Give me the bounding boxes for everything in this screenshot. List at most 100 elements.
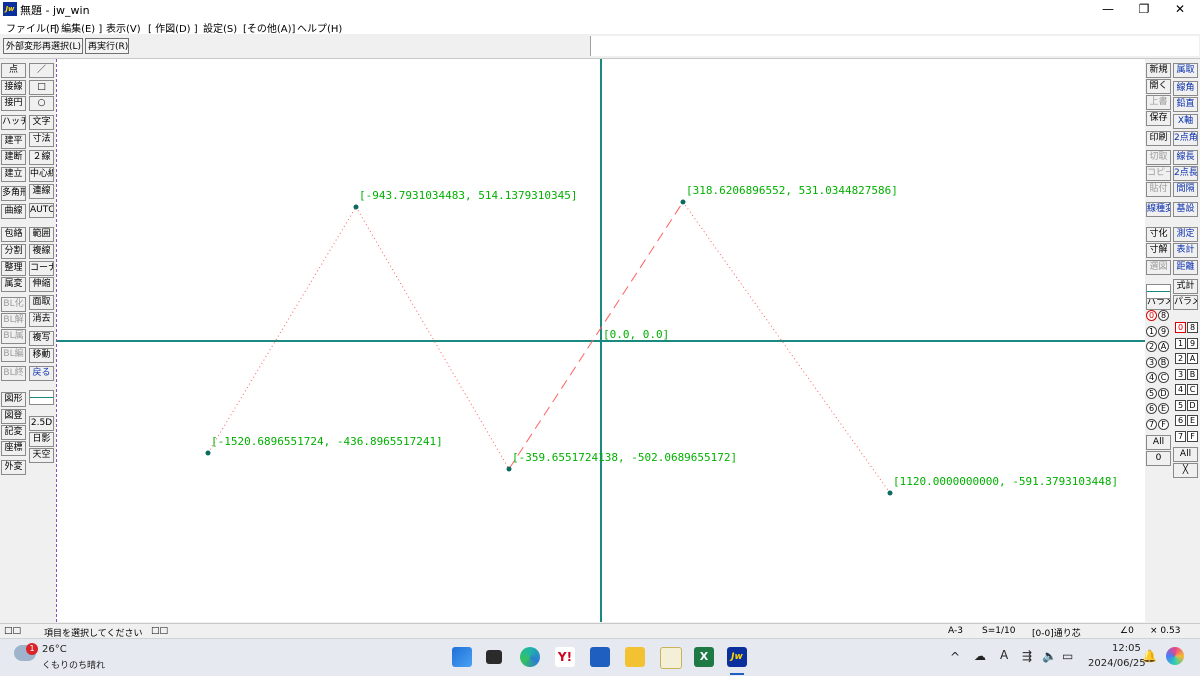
menu-help[interactable]: ヘルプ(H) xyxy=(297,20,342,35)
layer-0[interactable]: 0 xyxy=(1175,322,1186,333)
tool-left-6[interactable]: 建立 xyxy=(1,167,26,182)
layer-group-3[interactable]: 3 xyxy=(1146,356,1157,368)
tool-left2-4[interactable]: 寸法 xyxy=(29,132,54,147)
layer-group-zero-button[interactable]: 0 xyxy=(1146,451,1171,466)
tool-left-12[interactable]: 属変 xyxy=(1,277,26,292)
tool-right2-9[interactable]: 測定 xyxy=(1173,227,1198,242)
excel-icon[interactable]: X xyxy=(694,647,714,667)
windows-start-icon[interactable] xyxy=(452,647,472,667)
tool-right2-7[interactable]: 間隔 xyxy=(1173,182,1198,197)
weather-desc[interactable]: くもりのち晴れ xyxy=(42,658,105,671)
tool-left-5[interactable]: 建断 xyxy=(1,150,26,165)
tool-right2-1[interactable]: 線角 xyxy=(1173,81,1198,96)
layer-group-9[interactable]: 9 xyxy=(1158,325,1169,337)
rerun-button[interactable]: 再実行(R) xyxy=(85,38,129,54)
notification-bell-icon[interactable]: 🔔 xyxy=(1142,649,1157,663)
layer-4[interactable]: 4 xyxy=(1175,384,1186,395)
tool-left-3[interactable]: ハッチ xyxy=(1,115,26,130)
layer-group-12[interactable]: C xyxy=(1158,372,1169,383)
layer-15[interactable]: F xyxy=(1187,430,1198,442)
layer-13[interactable]: D xyxy=(1187,399,1198,411)
layer-1[interactable]: 1 xyxy=(1175,337,1186,349)
tool-right-6[interactable]: コピー xyxy=(1146,166,1171,181)
layer-group-13[interactable]: D xyxy=(1158,387,1169,399)
tool-right-9[interactable]: 寸化 xyxy=(1146,227,1171,242)
clock-time[interactable]: 12:05 xyxy=(1112,643,1141,654)
tool-left-20[interactable]: 記変 xyxy=(1,425,26,440)
layer-group-5[interactable]: 5 xyxy=(1146,387,1157,399)
tool-right-3[interactable]: 保存 xyxy=(1146,111,1171,126)
layer-7[interactable]: 7 xyxy=(1175,430,1186,442)
copilot-icon[interactable] xyxy=(1166,647,1184,665)
tool-right-5[interactable]: 切取 xyxy=(1146,150,1171,165)
zoom-factor[interactable]: × 0.53 xyxy=(1150,626,1180,636)
layer-all-button[interactable]: All xyxy=(1173,447,1198,462)
layer-group-8[interactable]: 8 xyxy=(1158,310,1169,321)
tool-right-1[interactable]: 開く xyxy=(1146,79,1171,94)
layer-11[interactable]: B xyxy=(1187,368,1198,380)
layer-group-2[interactable]: 2 xyxy=(1146,341,1157,352)
tool-left-22[interactable]: 外変 xyxy=(1,460,26,475)
tool-left-18[interactable]: 図形 xyxy=(1,392,26,407)
jw-cad-taskbar-icon[interactable]: Jw xyxy=(727,647,747,667)
minimize-button[interactable]: — xyxy=(1090,0,1126,18)
tool-right-4[interactable]: 印刷 xyxy=(1146,131,1171,146)
tool-left-14[interactable]: BL解 xyxy=(1,313,26,328)
task-view-icon[interactable] xyxy=(486,650,502,664)
tool-right2-11[interactable]: 距離 xyxy=(1173,260,1198,275)
tool-left2-20[interactable]: 天空 xyxy=(29,448,54,463)
drawing-canvas[interactable]: [-1520.6896551724, -436.8965517241] [-943… xyxy=(56,59,1145,622)
mail-icon[interactable] xyxy=(590,647,610,667)
layer-x-button[interactable]: ╳ xyxy=(1173,463,1198,478)
formula-calc-button[interactable]: 式計 xyxy=(1173,279,1198,294)
tool-right-8[interactable]: 線種変更 xyxy=(1146,202,1171,217)
tool-left2-2[interactable]: ○ xyxy=(29,96,54,111)
tool-left-4[interactable]: 建平 xyxy=(1,134,26,149)
tool-left2-0[interactable]: ／ xyxy=(29,63,54,78)
notepad-icon[interactable] xyxy=(660,647,682,669)
menu-edit[interactable]: [ 編集(E) ] xyxy=(54,20,102,35)
drawing-svg[interactable]: [-1520.6896551724, -436.8965517241] [-943… xyxy=(57,59,1145,622)
layer-group-4[interactable]: 4 xyxy=(1146,372,1157,383)
menu-settings[interactable]: 設定(S) xyxy=(203,20,237,35)
layer-group-0[interactable]: 0 xyxy=(1146,310,1157,321)
menu-draw[interactable]: [ 作図(D) ] xyxy=(148,20,198,35)
tool-right2-10[interactable]: 表計 xyxy=(1173,243,1198,258)
layer-8[interactable]: 8 xyxy=(1187,322,1198,333)
tray-chevron-icon[interactable]: ^ xyxy=(950,650,960,664)
tool-left-15[interactable]: BL属 xyxy=(1,329,26,344)
layer-group-15[interactable]: F xyxy=(1158,418,1169,430)
tool-left2-14[interactable]: 消去 xyxy=(29,312,54,327)
tool-left-8[interactable]: 曲線 xyxy=(1,204,26,219)
tool-right-0[interactable]: 新規 xyxy=(1146,63,1171,78)
close-button[interactable]: ✕ xyxy=(1162,0,1198,18)
tool-left2-17[interactable]: 戻る xyxy=(29,366,54,381)
tool-left2-7[interactable]: 連線 xyxy=(29,184,54,199)
tool-left-17[interactable]: BL終 xyxy=(1,366,26,381)
angle[interactable]: ∠0 xyxy=(1120,626,1134,636)
tool-right-11[interactable]: 選図 xyxy=(1146,260,1171,275)
tool-left-10[interactable]: 分割 xyxy=(1,244,26,259)
layer-group-14[interactable]: E xyxy=(1158,403,1169,414)
speaker-icon[interactable]: 🔈 xyxy=(1042,649,1057,663)
layer-group-all-button[interactable]: All xyxy=(1146,435,1171,450)
tool-right-10[interactable]: 寸解 xyxy=(1146,243,1171,258)
network-icon[interactable]: ⇶ xyxy=(1022,649,1032,663)
tool-right2-3[interactable]: X軸 xyxy=(1173,114,1198,129)
ime-indicator[interactable]: A xyxy=(1000,648,1008,662)
menu-other[interactable]: [その他(A)] xyxy=(243,20,295,35)
external-transform-reselect-button[interactable]: 外部変形再選択(L) xyxy=(3,38,83,54)
tool-right2-5[interactable]: 線長 xyxy=(1173,150,1198,165)
paper-size[interactable]: A-3 xyxy=(948,626,963,636)
weather-temp[interactable]: 26°C xyxy=(42,644,67,655)
layer-5[interactable]: 5 xyxy=(1175,399,1186,411)
yahoo-icon[interactable]: Y! xyxy=(555,647,575,667)
layer-6[interactable]: 6 xyxy=(1175,415,1186,426)
tool-left2-13[interactable]: 面取 xyxy=(29,295,54,310)
layer-10[interactable]: A xyxy=(1187,353,1198,364)
toolbar-input-field[interactable] xyxy=(590,36,1199,56)
tool-left-9[interactable]: 包絡 xyxy=(1,227,26,242)
tool-right2-8[interactable]: 基設 xyxy=(1173,202,1198,217)
layer-3[interactable]: 3 xyxy=(1175,368,1186,380)
menu-view[interactable]: 表示(V) xyxy=(106,20,141,35)
